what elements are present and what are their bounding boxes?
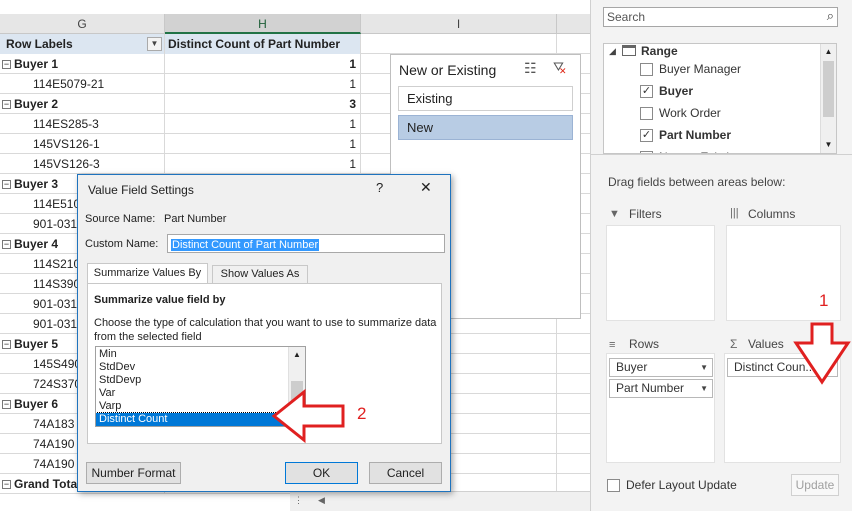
annotation-label-2: 2 bbox=[357, 404, 366, 423]
annotation-arrow-1 bbox=[793, 322, 851, 385]
annotation-label-1: 1 bbox=[819, 291, 828, 310]
annotation-arrow-2 bbox=[271, 388, 345, 444]
annotation-overlay: 1 2 bbox=[271, 291, 851, 444]
